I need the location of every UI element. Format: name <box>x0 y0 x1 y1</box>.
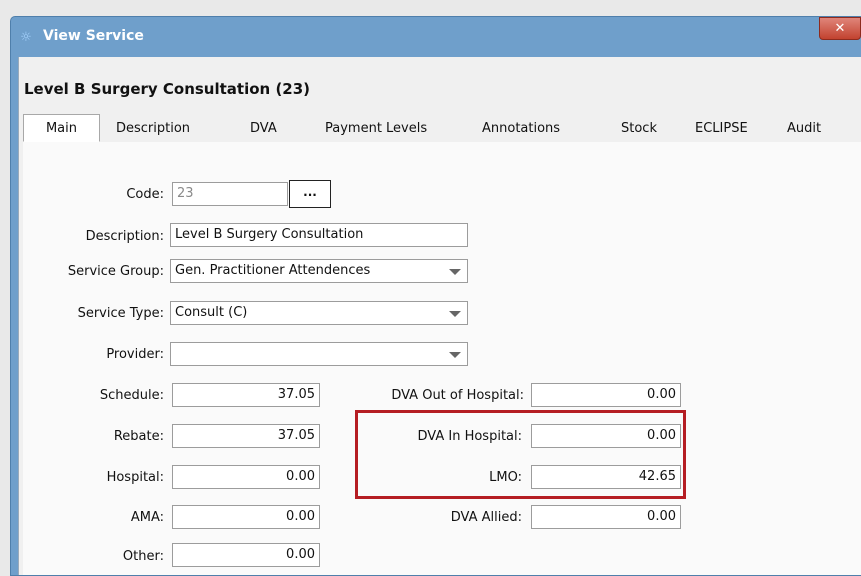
provider-label: Provider: <box>106 347 164 362</box>
code-label: Code: <box>126 187 164 202</box>
dva-allied-label: DVA Allied: <box>450 510 522 525</box>
title-bar[interactable]: ☼ View Service ✕ <box>11 17 861 57</box>
service-type-label: Service Type: <box>77 306 164 321</box>
tab-annotations[interactable]: Annotations <box>482 117 560 141</box>
rebate-label: Rebate: <box>113 429 164 444</box>
dva-allied-field[interactable]: 0.00 <box>531 505 681 529</box>
dva-out-of-hospital-label: DVA Out of Hospital: <box>391 388 524 403</box>
schedule-label: Schedule: <box>99 388 164 403</box>
tab-audit[interactable]: Audit <box>787 117 821 141</box>
highlight-annotation-box <box>355 410 686 499</box>
other-field[interactable]: 0.00 <box>172 543 320 567</box>
provider-select[interactable] <box>170 342 468 366</box>
description-field[interactable]: Level B Surgery Consultation <box>170 223 468 247</box>
schedule-field[interactable]: 37.05 <box>172 383 320 407</box>
tab-eclipse[interactable]: ECLIPSE <box>695 117 748 141</box>
chevron-down-icon[interactable] <box>449 311 461 317</box>
hospital-field[interactable]: 0.00 <box>172 465 320 489</box>
tab-payment-levels[interactable]: Payment Levels <box>325 117 427 141</box>
chevron-down-icon[interactable] <box>449 269 461 275</box>
service-type-select[interactable]: Consult (C) <box>170 301 468 325</box>
service-type-value: Consult (C) <box>175 305 248 320</box>
tab-description[interactable]: Description <box>116 117 190 141</box>
ama-field[interactable]: 0.00 <box>172 505 320 529</box>
service-group-label: Service Group: <box>67 264 164 279</box>
close-button[interactable]: ✕ <box>819 17 861 40</box>
ama-label: AMA: <box>130 510 164 525</box>
tab-dva[interactable]: DVA <box>250 117 277 141</box>
tab-stock[interactable]: Stock <box>621 117 657 141</box>
other-label: Other: <box>122 549 164 564</box>
window-title: View Service <box>43 28 144 44</box>
rebate-field[interactable]: 37.05 <box>172 424 320 448</box>
chevron-down-icon[interactable] <box>449 352 461 358</box>
page-title: Level B Surgery Consultation (23) <box>24 80 311 98</box>
code-field[interactable]: 23 <box>172 182 288 206</box>
dva-out-of-hospital-field[interactable]: 0.00 <box>531 383 681 407</box>
gear-icon: ☼ <box>20 30 32 45</box>
tab-bar: Main Description DVA Payment Levels Anno… <box>23 114 861 143</box>
tab-main[interactable]: Main <box>23 114 100 142</box>
service-group-select[interactable]: Gen. Practitioner Attendences <box>170 259 468 283</box>
description-label: Description: <box>85 229 164 244</box>
code-lookup-button[interactable]: ... <box>289 180 331 208</box>
hospital-label: Hospital: <box>106 470 164 485</box>
service-group-value: Gen. Practitioner Attendences <box>175 263 371 278</box>
